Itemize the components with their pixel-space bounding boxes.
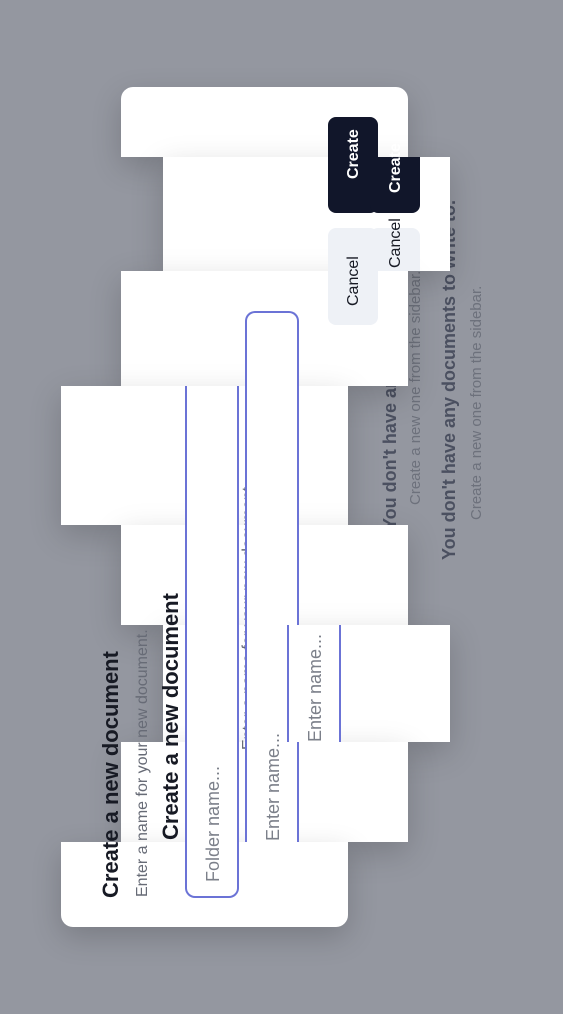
folder-name-placeholder: Folder name... — [203, 765, 223, 882]
cancel-button-label-echo: Cancel — [387, 218, 404, 268]
dialog-title-echo: Create a new document — [158, 593, 183, 840]
dialog-title: Create a new document — [98, 651, 123, 898]
cancel-button-label: Cancel — [345, 256, 362, 306]
create-button-label-echo: Create — [387, 143, 404, 193]
create-button-label: Create — [345, 129, 362, 179]
cancel-button-slice[interactable]: Cancel — [370, 218, 420, 271]
empty-state-subtitle-echo: Create a new one from the sidebar. — [407, 270, 424, 505]
document-name-placeholder-echo: Enter name... — [305, 633, 325, 742]
empty-state-subtitle: Create a new one from the sidebar. — [468, 285, 485, 520]
document-name-placeholder: Enter name... — [263, 732, 283, 841]
create-button-slice[interactable]: Create — [370, 143, 420, 213]
dialog-description: Enter a name for your new document. — [134, 629, 151, 897]
